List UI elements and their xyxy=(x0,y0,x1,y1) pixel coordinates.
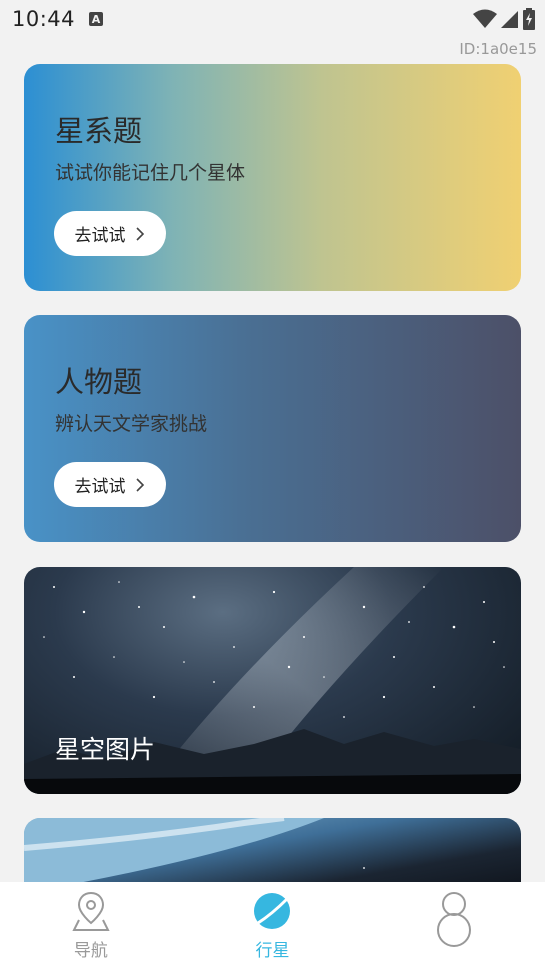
status-bar: 10:44 A xyxy=(0,0,545,38)
tab-planet[interactable]: 行星 xyxy=(202,890,342,961)
tab-navigation[interactable]: 导航 xyxy=(21,890,161,961)
chevron-right-icon xyxy=(135,477,144,492)
notification-a-icon: A xyxy=(89,12,104,26)
tab-profile[interactable] xyxy=(384,890,524,952)
tab-label: 导航 xyxy=(73,941,108,961)
try-button[interactable]: 去试试 xyxy=(54,211,166,256)
tab-label: 行星 xyxy=(255,941,290,961)
card-title: 人物题 xyxy=(55,365,143,399)
try-button-label: 去试试 xyxy=(74,477,126,497)
battery-icon xyxy=(523,8,535,30)
galaxy-quiz-card[interactable]: 星系题 试试你能记住几个星体 去试试 xyxy=(24,64,521,291)
status-time: 10:44 xyxy=(12,7,76,31)
card-subtitle: 辨认天文学家挑战 xyxy=(55,413,208,435)
map-pin-icon xyxy=(72,891,110,931)
debug-id-label: ID:1a0e15 xyxy=(459,40,537,58)
chevron-right-icon xyxy=(135,226,144,241)
tab-bar: 导航 行星 xyxy=(0,882,545,970)
wifi-icon xyxy=(473,9,497,28)
status-icons xyxy=(473,8,535,30)
person-icon xyxy=(437,892,472,947)
card-title: 星系题 xyxy=(55,114,143,148)
try-button-label: 去试试 xyxy=(74,226,126,246)
signal-icon xyxy=(501,11,518,28)
try-button[interactable]: 去试试 xyxy=(54,462,166,507)
person-quiz-card[interactable]: 人物题 辨认天文学家挑战 去试试 xyxy=(24,315,521,542)
planet-icon xyxy=(254,893,291,929)
card-title: 星空图片 xyxy=(55,735,156,764)
card-subtitle: 试试你能记住几个星体 xyxy=(55,162,246,184)
starry-sky-card[interactable]: 星空图片 xyxy=(24,567,521,794)
